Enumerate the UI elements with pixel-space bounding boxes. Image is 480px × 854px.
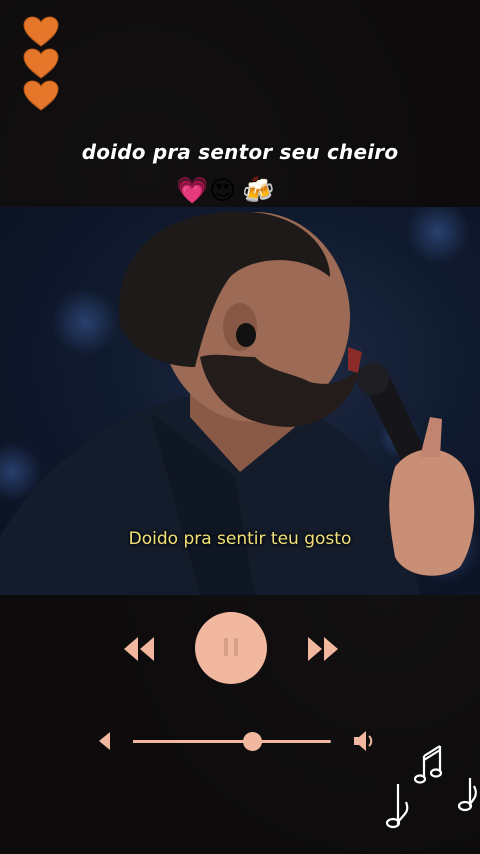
pause-icon-bar [234,638,238,656]
volume-slider-knob[interactable] [242,732,262,751]
heart-eyes-emoji: 😍 [209,176,237,206]
play-pause-button[interactable] [195,612,267,684]
rewind-icon[interactable] [122,635,156,663]
heart-icon [23,80,59,111]
beer-mugs-emoji: 🍻 [242,176,275,206]
volume-low-icon[interactable] [96,731,112,751]
volume-high-icon[interactable] [352,729,376,753]
video-subtitle: Doido pra sentir teu gosto [128,529,352,549]
volume-slider[interactable] [133,732,331,751]
volume-slider-fill [133,740,252,743]
music-notes-icon [385,745,477,829]
heart-icon [23,16,59,47]
hearts-decoration [22,16,62,112]
pink-heart-emoji: 💗 [176,176,209,206]
video-frame[interactable]: Doido pra sentir teu gosto [0,207,480,595]
heart-icon [23,48,59,79]
emoji-row: 💗 😍 🍻 [176,176,286,210]
overlay-caption: doido pra sentor seu cheiro [81,140,399,164]
fast-forward-icon[interactable] [306,635,340,663]
pause-icon [224,638,228,656]
